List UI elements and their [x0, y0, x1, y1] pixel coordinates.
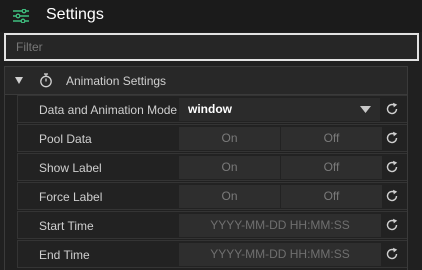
pool-data-on-button[interactable]: On: [179, 127, 280, 150]
row-data-animation-mode: Data and Animation Mode window: [17, 95, 407, 123]
reset-icon[interactable]: [385, 247, 399, 261]
force-label-off-button[interactable]: Off: [281, 185, 382, 208]
row-end-time: End Time: [17, 240, 407, 268]
force-label-on-button[interactable]: On: [179, 185, 280, 208]
reset-icon[interactable]: [385, 189, 399, 203]
scrollbar[interactable]: [408, 66, 422, 270]
reset-icon[interactable]: [385, 102, 399, 116]
animation-mode-select[interactable]: window: [179, 98, 380, 121]
reset-icon[interactable]: [385, 218, 399, 232]
animation-settings-header[interactable]: Animation Settings: [5, 67, 407, 95]
show-label-off-button[interactable]: Off: [281, 156, 382, 179]
pool-data-off-button[interactable]: Off: [281, 127, 382, 150]
end-time-input[interactable]: [179, 243, 381, 266]
start-time-input[interactable]: [179, 214, 381, 237]
reset-icon[interactable]: [385, 131, 399, 145]
section-title: Animation Settings: [66, 74, 167, 88]
row-label: Start Time: [39, 219, 94, 233]
row-pool-data: Pool Data On Off: [17, 124, 407, 152]
row-label: Data and Animation Mode: [39, 103, 178, 117]
settings-header: Settings: [0, 0, 422, 32]
animation-settings-panel: Animation Settings Data and Animation Mo…: [4, 66, 408, 270]
sliders-icon: [13, 9, 29, 23]
reset-icon[interactable]: [385, 160, 399, 174]
page-title: Settings: [46, 6, 104, 23]
row-label: Show Label: [39, 161, 102, 175]
row-label: Pool Data: [39, 132, 92, 146]
row-label: Force Label: [39, 190, 103, 204]
row-start-time: Start Time: [17, 211, 407, 239]
caret-down-icon[interactable]: [14, 75, 24, 85]
chevron-down-icon: [360, 106, 371, 113]
stopwatch-icon: [40, 73, 52, 88]
select-value: window: [188, 102, 232, 116]
filter-input[interactable]: [4, 33, 419, 61]
row-label: End Time: [39, 248, 90, 262]
show-label-on-button[interactable]: On: [179, 156, 280, 179]
row-show-label: Show Label On Off: [17, 153, 407, 181]
row-force-label: Force Label On Off: [17, 182, 407, 210]
